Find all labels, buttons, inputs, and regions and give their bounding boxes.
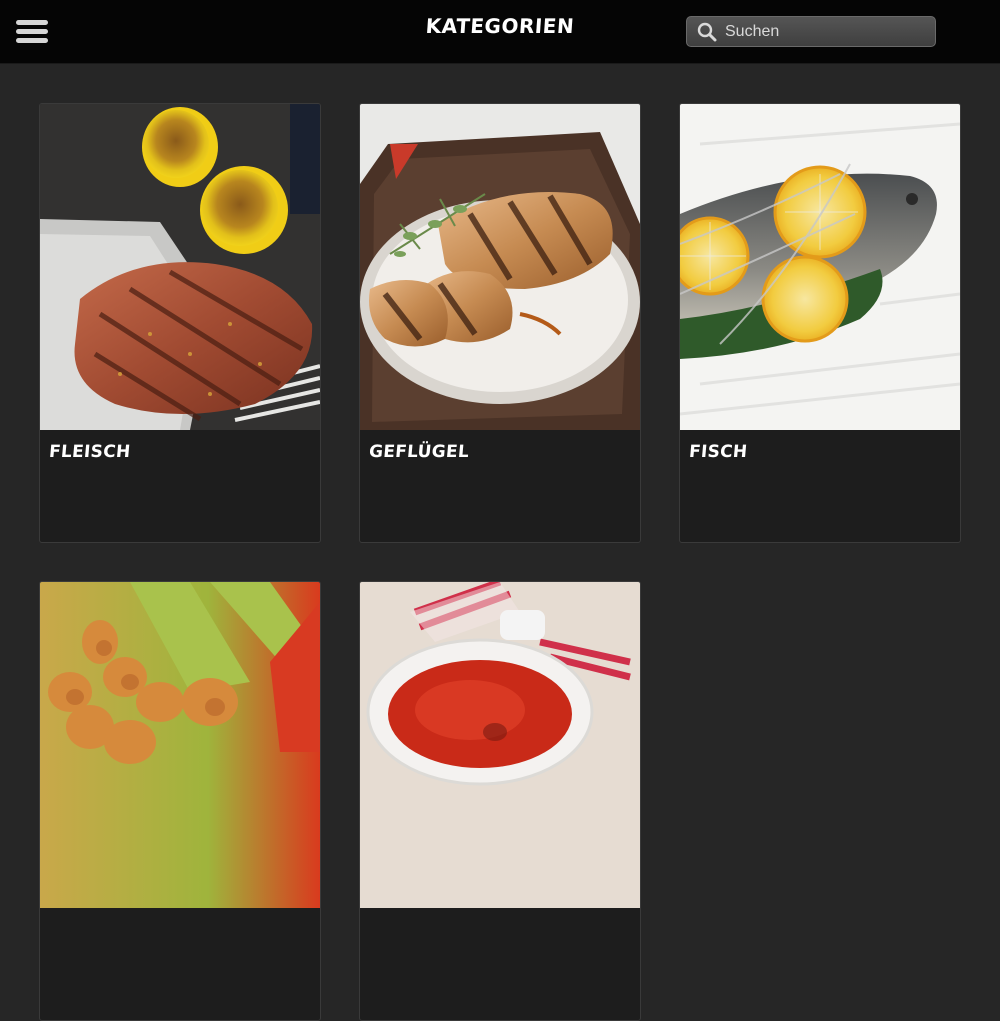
category-image-sauce <box>360 582 640 908</box>
category-card-gefluegel[interactable]: GEFLÜGEL <box>359 103 641 543</box>
category-image-chicken <box>360 104 640 430</box>
category-label: FLEISCH <box>48 442 132 462</box>
category-grid: FLEISCH GEFLÜGEL FISCH <box>0 63 1000 1021</box>
category-label: FISCH <box>688 442 749 462</box>
category-image-steak <box>40 104 320 430</box>
category-image-fish <box>680 104 960 430</box>
search-icon <box>697 22 717 42</box>
top-bar: KATEGORIEN <box>0 0 1000 64</box>
category-card-fisch[interactable]: FISCH <box>679 103 961 543</box>
category-image-bread-skewers <box>40 582 320 908</box>
search-box[interactable] <box>686 16 936 47</box>
category-label: GEFLÜGEL <box>368 442 470 462</box>
search-input[interactable] <box>725 20 925 43</box>
category-card-fleisch[interactable]: FLEISCH <box>39 103 321 543</box>
category-card-4[interactable] <box>39 581 321 1021</box>
category-card-5[interactable] <box>359 581 641 1021</box>
